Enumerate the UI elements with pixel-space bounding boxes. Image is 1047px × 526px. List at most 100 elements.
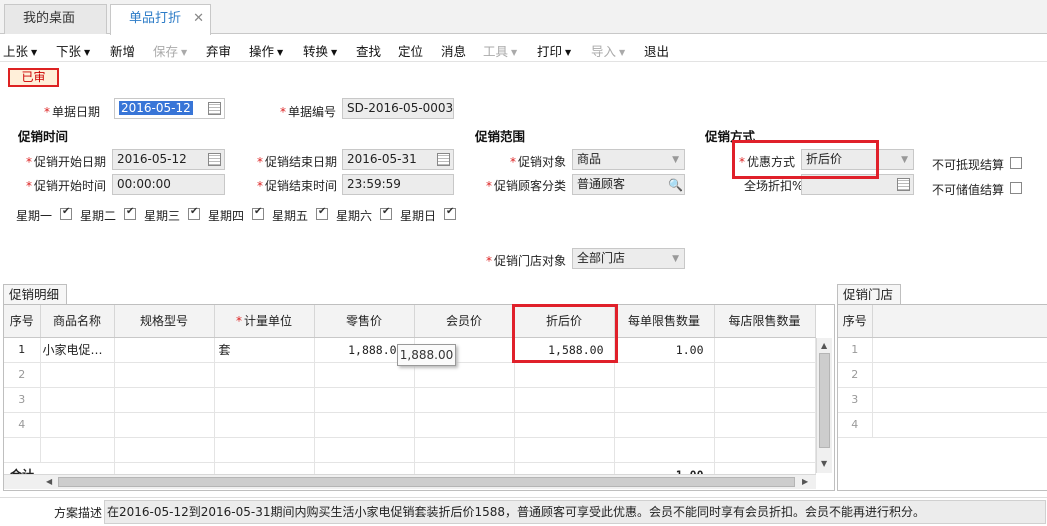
end-date-label: * 促销结束日期 <box>257 155 338 169</box>
unit-cell[interactable]: 套 <box>214 337 315 363</box>
start-date-label: * 促销开始日期 <box>26 155 107 169</box>
end-time-label: * 促销结束时间 <box>257 179 338 193</box>
col-header[interactable]: 商品名称 <box>40 305 115 338</box>
no-stored-checkbox[interactable] <box>1010 182 1022 194</box>
exit-button[interactable]: 退出 <box>644 41 669 60</box>
product-name-cell[interactable]: 小家电促… <box>40 337 115 363</box>
prev-button[interactable]: 上张 ▼ <box>3 41 37 60</box>
table-row[interactable]: 2 <box>838 362 1047 388</box>
tab-bar: 我的桌面 单品打折 ✕ <box>0 0 1047 35</box>
save-button[interactable]: 保存 ▼ <box>153 41 187 60</box>
weekday-sun-label: 星期日 <box>400 209 437 223</box>
close-icon[interactable]: ✕ <box>193 5 204 33</box>
col-header[interactable]: * 计量单位 <box>214 305 315 338</box>
dropdown-arrow-icon[interactable]: ▼ <box>901 151 908 165</box>
detail-vertical-scrollbar[interactable]: ▲ ▼ <box>816 338 832 473</box>
scroll-thumb[interactable] <box>819 353 830 448</box>
per-order-limit-cell[interactable]: 1.00 <box>614 337 715 363</box>
locate-button[interactable]: 定位 <box>398 41 423 60</box>
doc-no-label: * 单据编号 <box>280 105 337 119</box>
weekday-thu-label: 星期四 <box>208 209 245 223</box>
start-time-field[interactable]: 00:00:00 <box>112 174 225 195</box>
unapprove-button[interactable]: 弃审 <box>206 41 231 60</box>
weekday-mon-checkbox[interactable] <box>60 206 72 220</box>
end-date-field[interactable]: 2016-05-31 <box>342 149 454 170</box>
calendar-icon[interactable] <box>897 178 910 191</box>
promo-scope-title: 促销范围 <box>475 129 526 144</box>
customer-class-field[interactable]: 普通顾客 🔍 <box>572 174 685 195</box>
col-header[interactable]: 序号 <box>4 305 41 338</box>
col-header[interactable]: 序号 <box>838 305 873 338</box>
tab-promo-stores[interactable]: 促销门店 <box>837 284 901 305</box>
scroll-up-icon[interactable]: ▲ <box>821 341 827 350</box>
store-grid: 序号 1 2 3 4 <box>838 305 1047 438</box>
doc-no-field[interactable]: SD-2016-05-0003 <box>342 98 454 119</box>
tab-my-desktop[interactable]: 我的桌面 <box>4 4 107 34</box>
spec-cell[interactable] <box>114 337 215 363</box>
col-header[interactable]: 会员价 <box>414 305 515 338</box>
scroll-down-icon[interactable]: ▼ <box>821 459 827 468</box>
convert-button[interactable]: 转换 ▼ <box>303 41 337 60</box>
row-number: 1 <box>4 337 41 363</box>
no-cash-label: 不可抵现结算 <box>932 158 1005 172</box>
weekday-wed-checkbox[interactable] <box>188 206 200 220</box>
end-time-field[interactable]: 23:59:59 <box>342 174 454 195</box>
operation-button[interactable]: 操作 ▼ <box>249 41 283 60</box>
table-row[interactable]: 4 <box>838 412 1047 438</box>
print-button[interactable]: 打印 ▼ <box>537 41 571 60</box>
detail-horizontal-scrollbar[interactable]: ◀ ▶ <box>4 474 816 489</box>
weekday-fri-checkbox[interactable] <box>316 206 328 220</box>
start-date-field[interactable]: 2016-05-12 <box>112 149 225 170</box>
weekday-thu-checkbox[interactable] <box>252 206 264 220</box>
weekday-sat-label: 星期六 <box>336 209 373 223</box>
table-row[interactable]: 4 <box>4 412 816 438</box>
dropdown-arrow-icon[interactable]: ▼ <box>672 250 679 264</box>
weekday-sat-checkbox[interactable] <box>380 206 392 220</box>
row-number: 3 <box>838 387 873 413</box>
calendar-icon[interactable] <box>208 153 221 166</box>
caret-down-icon: ▼ <box>511 48 518 57</box>
tools-button[interactable]: 工具 ▼ <box>483 41 517 60</box>
caret-down-icon: ▼ <box>277 48 284 57</box>
scroll-left-icon[interactable]: ◀ <box>46 477 52 486</box>
weekday-mon-label: 星期一 <box>16 209 53 223</box>
calendar-icon[interactable] <box>208 102 221 115</box>
weekday-tue-checkbox[interactable] <box>124 206 136 220</box>
import-button[interactable]: 导入 ▼ <box>591 41 625 60</box>
table-row[interactable]: 3 <box>4 387 816 413</box>
caret-down-icon: ▼ <box>84 48 91 57</box>
weekday-tue-label: 星期二 <box>80 209 117 223</box>
tab-promo-detail[interactable]: 促销明细 <box>3 284 67 305</box>
search-icon[interactable]: 🔍 <box>668 176 683 192</box>
row-number: 1 <box>838 337 873 363</box>
weekday-wed-label: 星期三 <box>144 209 181 223</box>
weekday-sun-checkbox[interactable] <box>444 206 456 220</box>
next-button[interactable]: 下张 ▼ <box>56 41 90 60</box>
tab-single-discount[interactable]: 单品打折 ✕ <box>110 4 211 35</box>
new-button[interactable]: 新增 <box>110 41 135 60</box>
col-header[interactable]: 每单限售数量 <box>614 305 715 338</box>
scroll-right-icon[interactable]: ▶ <box>802 477 808 486</box>
row-number: 2 <box>838 362 873 388</box>
store-object-select[interactable]: 全部门店 ▼ <box>572 248 685 269</box>
row-number: 4 <box>838 412 873 438</box>
per-store-limit-cell[interactable] <box>714 337 816 363</box>
detail-grid: 序号 商品名称 规格型号 * 计量单位 零售价 会员价 折后价 每单限售数量 每店… <box>4 305 816 488</box>
col-header[interactable]: 零售价 <box>314 305 415 338</box>
doc-date-field[interactable]: 2016-05-12 <box>114 98 225 119</box>
table-row[interactable]: 3 <box>838 387 1047 413</box>
no-cash-checkbox[interactable] <box>1010 157 1022 169</box>
col-header[interactable]: 每店限售数量 <box>714 305 816 338</box>
message-button[interactable]: 消息 <box>441 41 466 60</box>
scroll-thumb[interactable] <box>58 477 795 487</box>
col-header[interactable]: 规格型号 <box>114 305 215 338</box>
find-button[interactable]: 查找 <box>356 41 381 60</box>
table-row[interactable]: 1 <box>838 337 1047 363</box>
dropdown-arrow-icon[interactable]: ▼ <box>672 151 679 165</box>
calendar-icon[interactable] <box>437 153 450 166</box>
doc-date-label: * 单据日期 <box>44 105 101 119</box>
promo-object-select[interactable]: 商品 ▼ <box>572 149 685 170</box>
store-object-label: * 促销门店对象 <box>486 254 567 268</box>
description-field[interactable]: 在2016-05-12到2016-05-31期间内购买生活小家电促销套装折后价1… <box>104 500 1046 524</box>
row-number: 2 <box>4 362 41 388</box>
